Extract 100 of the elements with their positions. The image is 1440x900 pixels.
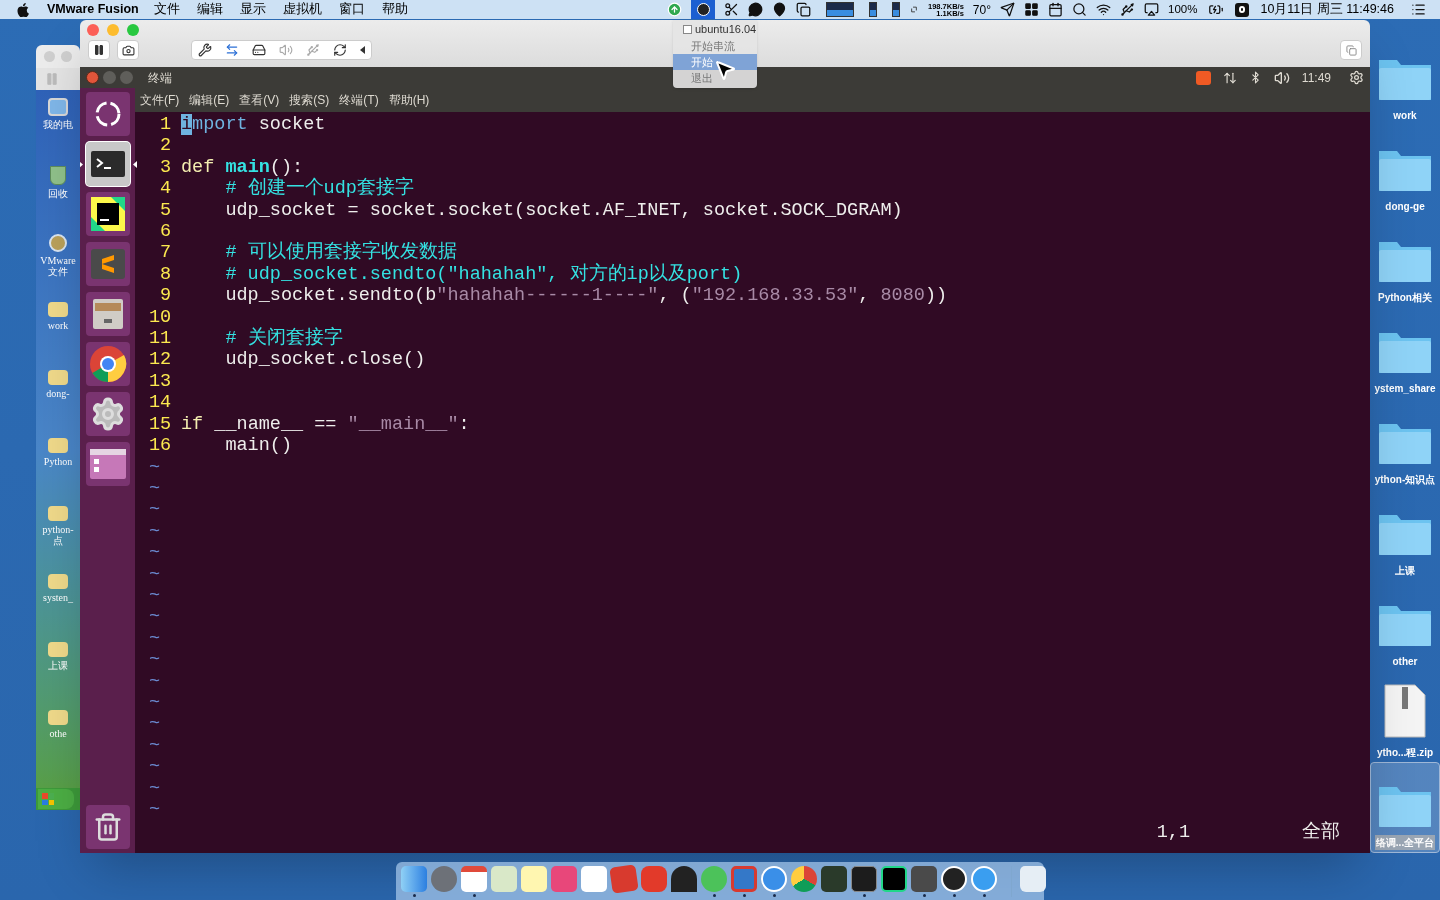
menu-item[interactable]: 编辑(E)	[189, 91, 230, 109]
app-icon[interactable]	[581, 866, 607, 892]
empty-line-marker: ~	[149, 777, 161, 799]
menu-item[interactable]: 开始串流	[673, 38, 757, 54]
restore-button[interactable]	[1340, 40, 1362, 60]
desktop-item[interactable]: ytho...程.zip	[1370, 671, 1440, 762]
empty-line-marker: ~	[149, 563, 161, 585]
empty-line-marker: ~	[149, 649, 161, 671]
pin-icon[interactable]	[772, 2, 787, 17]
input-method-icon[interactable]	[1235, 2, 1250, 17]
launcher-button[interactable]	[85, 192, 130, 236]
close-icon[interactable]	[87, 24, 99, 36]
battery-percent[interactable]: 100%	[1168, 0, 1198, 19]
sound-icon[interactable]	[279, 43, 293, 57]
meter-graph[interactable]	[869, 2, 877, 17]
notification-icon[interactable]	[1411, 2, 1426, 17]
layout-icon[interactable]	[1024, 2, 1039, 17]
menu-item[interactable]: 搜索(S)	[289, 91, 330, 109]
usb-icon[interactable]	[1120, 2, 1135, 17]
folder-icon[interactable]	[48, 438, 68, 453]
folder-icon[interactable]	[48, 506, 68, 521]
launcher-button[interactable]	[85, 142, 130, 186]
snapshot-button[interactable]	[117, 40, 139, 60]
window-title: 终端	[148, 69, 172, 87]
browser-icon[interactable]	[791, 866, 817, 892]
desktop-item[interactable]: ython-知识点	[1370, 398, 1440, 489]
wifi-icon[interactable]	[1096, 2, 1111, 17]
desktop-item[interactable]: Python相关	[1370, 216, 1440, 307]
launcher-button[interactable]	[85, 292, 130, 336]
menu-item[interactable]: 窗口	[338, 0, 365, 19]
desktop-icon-label[interactable]: Python	[37, 456, 79, 467]
folder-icon[interactable]	[48, 370, 68, 385]
search-icon[interactable]	[1072, 2, 1087, 17]
volume-icon[interactable]	[1273, 69, 1290, 86]
settings-icon[interactable]	[1349, 70, 1364, 85]
collapse-arrow-icon[interactable]	[360, 46, 365, 54]
desktop-item[interactable]: 上课	[1370, 489, 1440, 580]
folder-icon[interactable]	[48, 642, 68, 657]
desktop-icon-label[interactable]: VMware 文件	[37, 255, 79, 277]
desktop-icon-label[interactable]: work	[37, 320, 79, 331]
desktop-item-label: other	[1391, 655, 1419, 669]
desktop-item[interactable]: ystem_share	[1370, 307, 1440, 398]
desktop-icon-label[interactable]: dong-	[37, 388, 79, 399]
menu-item[interactable]: 虚拟机	[282, 0, 322, 19]
scissors-icon[interactable]	[724, 2, 739, 17]
desktop-item[interactable]: other	[1370, 580, 1440, 671]
network-adapter-icon[interactable]	[225, 43, 239, 57]
folder-icon[interactable]	[48, 574, 68, 589]
shortcut-icon[interactable]	[49, 234, 67, 252]
desktop-icon-label[interactable]: python- 点	[37, 524, 79, 546]
desktop-icon-label[interactable]: othe	[37, 728, 79, 739]
status-icon[interactable]	[691, 0, 715, 19]
airplay-icon[interactable]	[1144, 2, 1159, 17]
meter-graph[interactable]	[826, 2, 854, 17]
app-icon[interactable]	[609, 864, 639, 894]
empty-line-marker: ~	[149, 477, 161, 500]
launcher-button[interactable]	[85, 442, 130, 486]
launcher-button[interactable]	[85, 92, 130, 136]
menu-item[interactable]: 显示	[239, 0, 266, 19]
sync-icon[interactable]	[333, 43, 347, 57]
computer-icon[interactable]	[48, 98, 68, 116]
network-icon[interactable]	[1222, 70, 1237, 85]
menu-item[interactable]: 帮助(H)	[388, 91, 430, 109]
clock[interactable]: 11:49	[1301, 68, 1331, 87]
menu-item[interactable]: 查看(V)	[239, 91, 280, 109]
menu-item[interactable]: 终端(T)	[339, 91, 379, 109]
menu-item[interactable]: 文件(F)	[140, 91, 180, 109]
desktop-icon-label[interactable]: 上课	[37, 660, 79, 671]
menu-item[interactable]: 文件	[153, 0, 180, 19]
launcher-button[interactable]	[85, 342, 130, 386]
folder-icon[interactable]	[48, 302, 68, 317]
pause-button[interactable]	[88, 40, 110, 60]
copy-icon[interactable]	[796, 2, 811, 17]
send-icon[interactable]	[1000, 2, 1015, 17]
zip-file-icon[interactable]	[1383, 683, 1427, 739]
close-icon[interactable]	[86, 71, 99, 84]
clock[interactable]: 10月11日 周三 11:49:46	[1260, 0, 1394, 19]
start-button[interactable]	[38, 789, 74, 809]
app-name[interactable]: VMware Fusion	[47, 0, 139, 19]
launcher-button[interactable]	[85, 392, 130, 436]
meter-graph[interactable]	[892, 2, 900, 17]
calendar-icon[interactable]	[1048, 2, 1063, 17]
recycle-bin-icon[interactable]	[50, 166, 66, 185]
menu-item[interactable]: 编辑	[196, 0, 223, 19]
desktop-icon-label[interactable]: 回收	[37, 188, 79, 199]
app-icon[interactable]	[821, 866, 847, 892]
menu-item[interactable]: 退出	[673, 70, 757, 86]
launcher-button[interactable]	[85, 805, 130, 849]
menu-item[interactable]: 帮助	[381, 0, 408, 19]
code-line: # udp_socket.sendto("hahahah", 对方的ip以及port)	[224, 263, 743, 286]
desktop-icon-label[interactable]: 我的电	[37, 119, 79, 130]
update-icon[interactable]	[667, 2, 682, 17]
apple-logo-icon[interactable]	[17, 2, 29, 17]
desktop-item[interactable]: work	[1370, 34, 1440, 125]
input-method-icon[interactable]	[1195, 70, 1211, 85]
desktop-icon-label[interactable]: systen_	[37, 592, 79, 603]
desktop-item-label: ystem_share	[1373, 382, 1437, 396]
desktop-item[interactable]: dong-ge	[1370, 125, 1440, 216]
temperature[interactable]: 70°	[972, 0, 991, 19]
wrench-icon[interactable]	[198, 43, 212, 57]
